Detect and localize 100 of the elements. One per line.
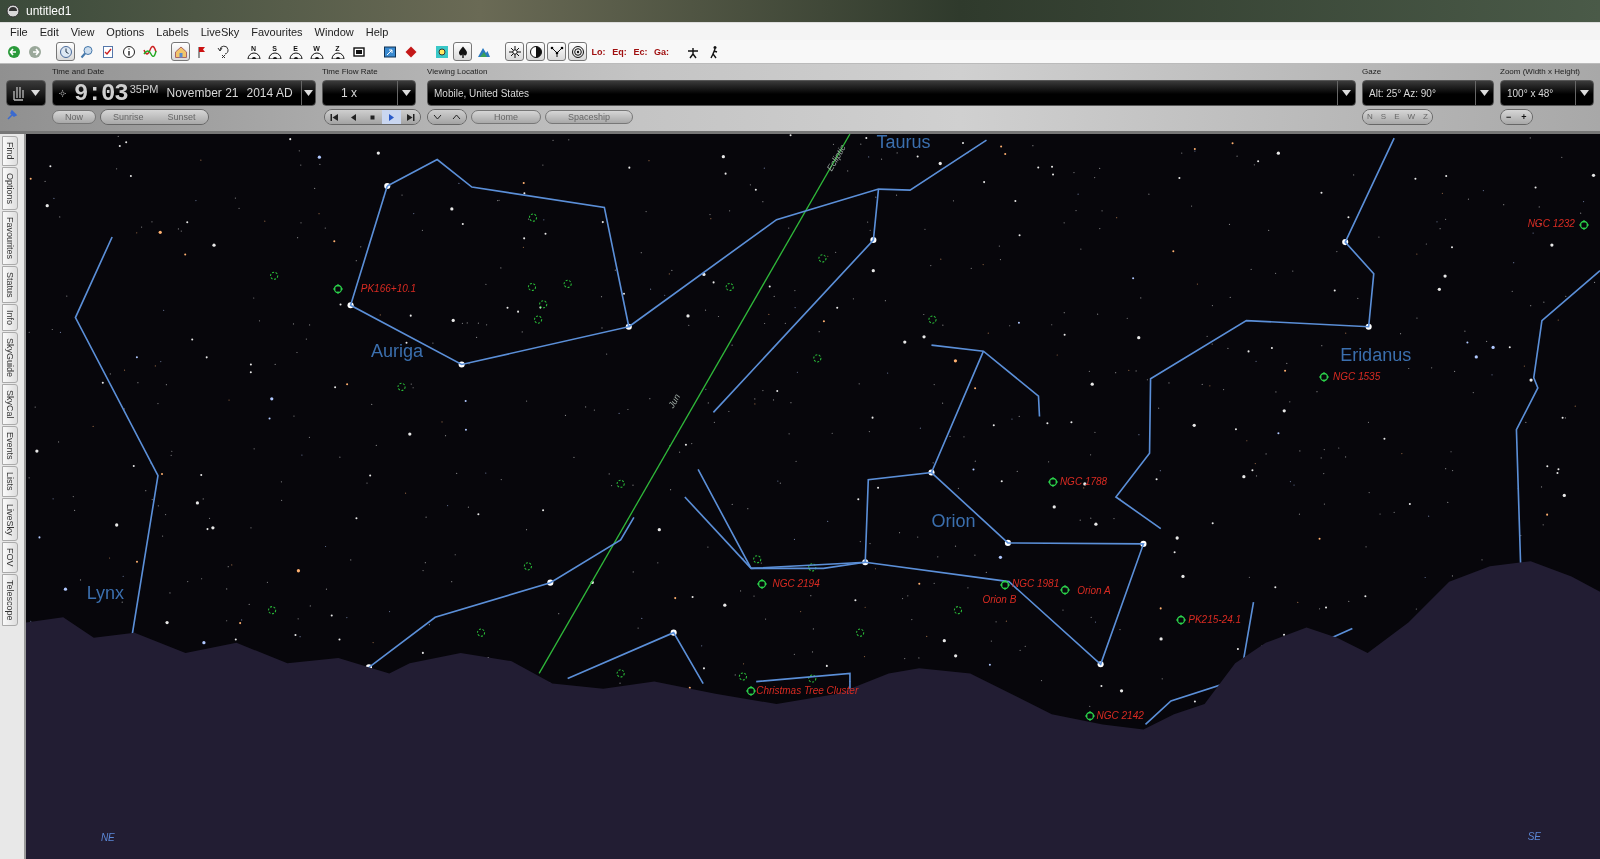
undo-icon xyxy=(215,44,230,59)
object-label: Christmas Tree Cluster xyxy=(756,684,859,696)
skip-back-icon xyxy=(330,112,339,122)
object-label: NGC 2142 xyxy=(1096,710,1144,722)
object-label: Orion A xyxy=(1077,584,1111,596)
horizon-icon xyxy=(330,51,345,59)
horizon-icon xyxy=(246,51,261,59)
object-label: PK215-24.1 xyxy=(1188,614,1242,626)
menu-item[interactable]: Options xyxy=(100,25,151,38)
menu-item[interactable]: Labels xyxy=(150,25,195,38)
horizon-icon xyxy=(309,51,324,59)
checklist-icon xyxy=(100,44,115,59)
caret-icon xyxy=(1480,90,1489,96)
down-button[interactable] xyxy=(428,110,447,124)
side-tab[interactable]: Events xyxy=(2,425,18,466)
caret-icon xyxy=(303,90,313,96)
star-icon xyxy=(507,44,522,59)
side-tab[interactable]: FOV xyxy=(2,542,18,573)
object-label: NGC 1232 xyxy=(1527,217,1575,229)
back-icon xyxy=(6,44,21,59)
side-tab[interactable]: LiveSky xyxy=(2,497,18,542)
app-icon xyxy=(6,4,20,18)
toolbar-button[interactable] xyxy=(505,42,524,61)
grid-button[interactable]: Lo: xyxy=(589,42,608,61)
side-tab[interactable]: Favourites xyxy=(2,210,18,265)
gaze-field[interactable]: Alt: 25° Az: 90° xyxy=(1362,80,1494,106)
step-back-icon xyxy=(349,112,358,122)
time-flow-field[interactable]: 1 x xyxy=(322,80,416,106)
constellation-label: Lynx xyxy=(86,582,124,604)
monitor-icon xyxy=(351,44,366,59)
diamond-icon xyxy=(403,44,418,59)
toolbar-button[interactable] xyxy=(547,42,566,61)
menu-item[interactable]: View xyxy=(64,25,101,38)
object-marker-icon xyxy=(999,579,1010,590)
object-label: NGC 2194 xyxy=(772,577,820,589)
search-icon xyxy=(79,44,94,59)
zoom-button[interactable]: + xyxy=(1516,110,1532,124)
side-tab[interactable]: Telescope xyxy=(2,573,18,627)
info-icon xyxy=(121,44,136,59)
constellation-icon xyxy=(549,44,564,59)
toolbar-button[interactable] xyxy=(526,42,545,61)
clock-icon xyxy=(58,44,73,59)
spiral-icon xyxy=(570,44,585,59)
menu-item[interactable]: File xyxy=(4,25,34,38)
playback-button[interactable] xyxy=(325,110,344,124)
menu-item[interactable]: LiveSky xyxy=(194,25,246,38)
object-label: Orion B xyxy=(982,593,1017,605)
compass-label: NE xyxy=(100,832,115,844)
gaze-direction-button[interactable]: W xyxy=(1403,110,1420,124)
horizon-icon xyxy=(288,51,303,59)
zoom-label: Zoom (Width x Height) xyxy=(1500,67,1582,77)
menu-item[interactable]: Help xyxy=(359,25,395,38)
globe-icon xyxy=(528,44,543,59)
object-marker-icon xyxy=(757,578,768,589)
line-label: Jun xyxy=(665,392,682,410)
constellation-label: Taurus xyxy=(876,134,931,153)
forward-icon xyxy=(27,44,42,59)
side-tab[interactable]: Status xyxy=(2,265,18,304)
constellation-label: Auriga xyxy=(370,341,423,362)
menu-item[interactable]: Edit xyxy=(33,25,65,38)
object-label: NGC 1535 xyxy=(1333,370,1381,382)
time-flow-label: Time Flow Rate xyxy=(322,67,379,77)
caret-icon xyxy=(1342,90,1351,96)
object-marker-icon xyxy=(1176,615,1187,626)
side-tab[interactable]: SkyCal xyxy=(2,384,18,425)
skip-forward-icon xyxy=(406,112,415,122)
object-marker-icon xyxy=(1059,584,1070,595)
graph-icon xyxy=(142,44,157,59)
object-label: PK166+10.1 xyxy=(360,282,417,294)
gaze-label: Gaze xyxy=(1362,67,1383,77)
caret-icon xyxy=(1580,90,1589,96)
side-tab[interactable]: Info xyxy=(2,304,18,332)
zoom-button[interactable]: − xyxy=(1501,110,1517,124)
object-marker-icon xyxy=(746,685,757,696)
zoom-field[interactable]: 100° x 48° xyxy=(1500,80,1594,106)
grid-button[interactable]: Ec: xyxy=(631,42,650,61)
object-marker-icon xyxy=(1318,371,1329,382)
object-label: NGC 1788 xyxy=(1059,475,1108,487)
hand-tool-button[interactable] xyxy=(6,80,46,106)
up-button[interactable] xyxy=(447,110,466,124)
side-tab[interactable]: Lists xyxy=(2,466,18,497)
toolbar-button[interactable] xyxy=(568,42,587,61)
time-date-label: Time and Date xyxy=(52,67,106,77)
grid-button[interactable]: Ga: xyxy=(652,42,671,61)
side-tab[interactable]: Options xyxy=(2,166,18,210)
dropdown-button[interactable] xyxy=(300,81,315,105)
viewing-location-field[interactable]: Mobile, United States xyxy=(427,80,1356,106)
window-icon xyxy=(382,44,397,59)
chevron-up-icon xyxy=(452,114,461,120)
playback-button[interactable] xyxy=(363,110,382,124)
window-title: untitled1 xyxy=(26,4,72,18)
side-tab[interactable]: Find xyxy=(2,136,18,166)
play-icon xyxy=(387,112,396,122)
menu-item[interactable]: Favourites xyxy=(245,25,309,38)
menu-item[interactable]: Window xyxy=(308,25,360,38)
side-tab[interactable]: SkyGuide xyxy=(2,332,18,384)
playback-button[interactable] xyxy=(401,110,420,124)
object-marker-icon xyxy=(1047,476,1058,487)
grid-button[interactable]: Eq: xyxy=(610,42,629,61)
chevron-down-icon xyxy=(433,114,442,120)
